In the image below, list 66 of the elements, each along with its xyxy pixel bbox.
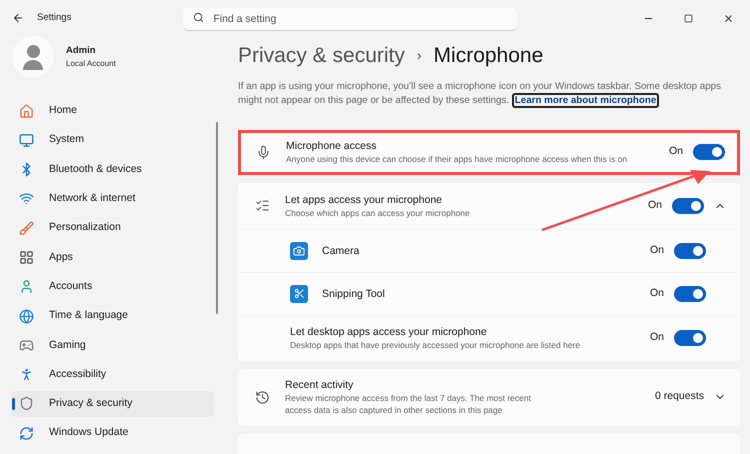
accessibility-icon xyxy=(19,367,34,382)
home-icon xyxy=(19,104,34,118)
sidebar-item[interactable]: Gaming xyxy=(12,332,214,358)
selection-indicator xyxy=(12,398,15,410)
setting-title: Snipping Tool xyxy=(322,286,386,300)
list-icon xyxy=(255,198,270,213)
sidebar-item[interactable]: Accessibility xyxy=(12,362,214,388)
scissors-app-icon xyxy=(290,284,308,302)
state-label: On xyxy=(650,330,664,346)
sidebar-item[interactable]: Privacy & security xyxy=(12,390,214,417)
toggle-switch[interactable] xyxy=(674,286,706,302)
account-type: Local Account xyxy=(66,58,116,70)
sidebar-item[interactable]: Home xyxy=(12,98,214,124)
sidebar-item[interactable]: Network & internet xyxy=(12,186,214,212)
setting-description: Desktop apps that have previously accessed your microphone are listed here xyxy=(290,339,582,351)
breadcrumb-separator: › xyxy=(416,46,422,66)
state-label: 0 requests xyxy=(654,389,704,404)
grid-icon xyxy=(19,250,34,265)
learn-more-link[interactable]: Learn more about microphone xyxy=(512,92,660,108)
brush-icon xyxy=(19,220,34,236)
microphone-icon xyxy=(256,144,271,160)
window-title: Settings xyxy=(37,10,72,25)
back-icon[interactable] xyxy=(12,12,24,24)
sidebar-item[interactable]: System xyxy=(12,127,214,154)
close-icon[interactable] xyxy=(723,12,734,24)
sidebar-item[interactable]: Accounts xyxy=(12,274,214,300)
setting-description: Choose which apps can access your microphone xyxy=(285,206,471,218)
state-label: On xyxy=(668,144,683,160)
setting-title: Camera xyxy=(322,244,360,258)
setting-title: Microphone access xyxy=(286,139,378,153)
person-icon xyxy=(19,279,34,294)
setting-card[interactable]: Let apps access your microphone Choose which apps can access your microphone On xyxy=(238,182,740,228)
history-icon xyxy=(255,390,270,404)
breadcrumb-parent[interactable]: Privacy & security xyxy=(238,40,405,72)
state-label: On xyxy=(650,242,664,258)
setting-title: Let apps access your microphone xyxy=(285,192,444,206)
search-icon xyxy=(193,12,204,22)
globe-icon xyxy=(19,308,34,324)
setting-description: Anyone using this device can choose if their apps have microphone access when this is on xyxy=(286,153,628,165)
setting-description: Review microphone access from the last 7 days. The most recent access data is also captured in other sections in this page xyxy=(285,392,532,416)
sidebar-item[interactable]: Personalization xyxy=(12,215,214,242)
search-field[interactable]: Find a setting xyxy=(183,8,518,30)
account-name: Admin xyxy=(66,44,97,58)
page-title: Microphone xyxy=(434,43,544,69)
toggle-switch[interactable] xyxy=(674,242,706,258)
refresh-icon xyxy=(19,426,34,441)
toggle-switch[interactable] xyxy=(674,330,706,346)
intro-text: If an app is using your microphone, you’ll see a microphone icon on your Windows taskbar. Some desktop apps might not appear on this page or be affected by these settings. Learn more about microphone xyxy=(238,80,722,108)
camera-app-icon xyxy=(290,242,308,260)
sidebar-item[interactable]: Apps xyxy=(12,244,214,270)
state-label: On xyxy=(648,198,662,213)
avatar xyxy=(12,36,54,78)
setting-card[interactable]: Recent activity Review microphone access from the last 7 days. The most recent access data is also captured in other sections in this page 0 requests xyxy=(238,368,740,426)
setting-title: Let desktop apps access your microphone xyxy=(290,325,488,339)
state-label: On xyxy=(650,286,664,301)
wifi-icon xyxy=(19,191,34,206)
sidebar-item[interactable]: Windows Update xyxy=(12,420,214,446)
toggle-switch[interactable] xyxy=(672,198,704,214)
sidebar-item[interactable]: Time & language xyxy=(12,303,214,330)
maximize-icon[interactable] xyxy=(684,14,693,22)
sidebar-item[interactable]: Bluetooth & devices xyxy=(12,156,214,183)
toggle-switch[interactable] xyxy=(693,144,725,160)
monitor-icon xyxy=(19,132,34,148)
shield-icon xyxy=(19,396,34,412)
setting-title: Recent activity xyxy=(285,378,354,392)
gamepad-icon xyxy=(19,338,34,353)
